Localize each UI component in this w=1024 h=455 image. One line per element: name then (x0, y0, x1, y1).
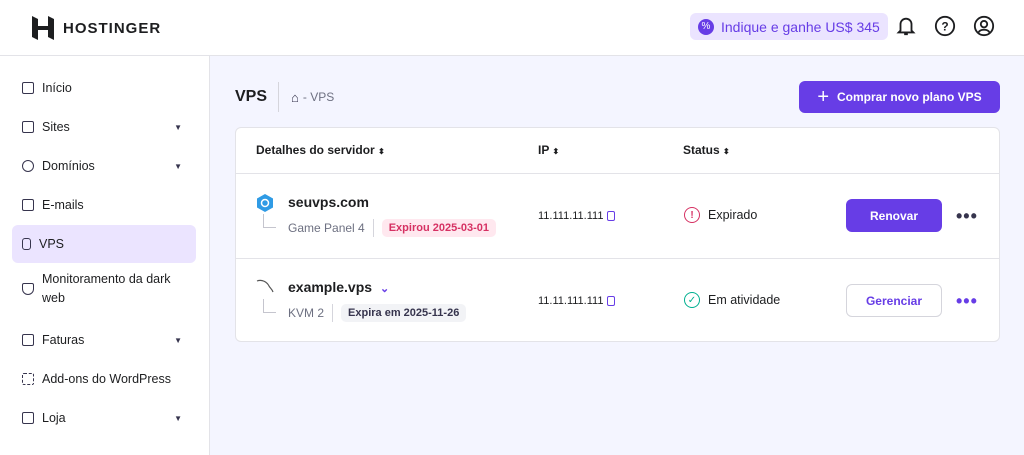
plan-name: Game Panel 4 (288, 221, 365, 235)
plus-icon: + (817, 85, 829, 108)
nav-label: Loja (42, 411, 66, 425)
browser-icon (22, 121, 34, 133)
breadcrumb: ⌂ - VPS (278, 82, 334, 112)
server-icon (22, 238, 31, 250)
store-icon (22, 412, 34, 424)
vps-table: Detalhes do servidor ⬍ IP ⬍ Status ⬍ seu… (235, 127, 1000, 342)
nav-label: E-mails (42, 198, 84, 212)
top-bar: HOSTINGER % Indique e ganhe US$ 345 ? (0, 0, 1024, 56)
sidebar-item-emails[interactable]: E-mails (12, 186, 196, 224)
header-server-details[interactable]: Detalhes do servidor ⬍ (256, 143, 385, 157)
sidebar-item-dark-web[interactable]: Monitoramento da dark web (12, 264, 196, 314)
help-icon[interactable]: ? (934, 15, 956, 37)
header-label: Status (683, 143, 720, 157)
status-text: Expirado (708, 208, 758, 222)
sidebar-item-inicio[interactable]: Início (12, 69, 196, 107)
manage-button[interactable]: Gerenciar (846, 284, 942, 317)
home-icon (22, 82, 34, 94)
ip-address: 11.11.111.111 (538, 295, 604, 307)
hostinger-logo[interactable]: HOSTINGER (32, 16, 161, 40)
sidebar-item-sites[interactable]: Sites ▼ (12, 108, 196, 146)
chevron-down-icon[interactable]: ⌄ (380, 283, 389, 295)
sidebar-item-dominios[interactable]: Domínios ▼ (12, 147, 196, 185)
copy-icon[interactable] (607, 296, 616, 306)
more-options-icon[interactable]: ••• (956, 291, 978, 312)
shield-icon (22, 283, 34, 295)
account-icon[interactable] (973, 15, 995, 37)
renew-button[interactable]: Renovar (846, 199, 942, 232)
home-icon[interactable]: ⌂ (291, 90, 299, 105)
table-row: seuvps.com Game Panel 4 Expirou 2025-03-0… (236, 173, 999, 258)
server-name[interactable]: seuvps.com (288, 194, 369, 210)
expiry-badge: Expirou 2025-03-01 (381, 219, 496, 237)
nav-label: Monitoramento da dark web (42, 272, 171, 305)
check-circle-icon: ✓ (684, 292, 700, 308)
tree-branch (263, 214, 276, 228)
caret-down-icon: ▼ (174, 122, 182, 132)
brand-name: HOSTINGER (63, 19, 162, 37)
tree-branch (263, 299, 276, 313)
alert-icon: ! (684, 207, 700, 223)
discount-icon: % (698, 18, 714, 35)
breadcrumb-current: - VPS (302, 90, 335, 104)
sort-icon: ⬍ (723, 147, 730, 156)
sidebar-item-faturas[interactable]: Faturas ▼ (12, 321, 196, 359)
status-text: Em atividade (708, 293, 781, 307)
header-label: Detalhes do servidor (256, 143, 375, 157)
sidebar-item-loja[interactable]: Loja ▼ (12, 399, 196, 437)
sidebar: Início Sites ▼ Domínios ▼ E-mails VPS Moni… (0, 56, 210, 455)
caret-down-icon: ▼ (174, 413, 182, 423)
referral-label: Indique e ganhe US$ 345 (721, 18, 880, 35)
referral-button[interactable]: % Indique e ganhe US$ 345 (690, 13, 888, 40)
mail-icon (22, 199, 34, 211)
caret-down-icon: ▼ (174, 161, 182, 171)
svg-text:?: ? (941, 20, 948, 34)
nav-label: Add-ons do WordPress (42, 372, 171, 386)
header-ip[interactable]: IP ⬍ (538, 143, 559, 157)
hostinger-logo-icon (32, 16, 54, 40)
caret-down-icon: ▼ (174, 335, 182, 345)
bell-icon[interactable] (895, 15, 917, 37)
buy-vps-button[interactable]: + Comprar novo plano VPS (799, 81, 1000, 113)
nav-label: Início (42, 81, 72, 95)
kali-linux-icon (256, 279, 274, 293)
sidebar-item-vps[interactable]: VPS (12, 225, 196, 263)
plan-name: KVM 2 (288, 306, 325, 320)
addons-icon (22, 373, 34, 385)
nav-label: VPS (39, 237, 65, 251)
nav-label: Sites (42, 120, 70, 134)
table-row: example.vps ⌄ KVM 2 Expira em 2025-11-26 … (236, 258, 999, 343)
globe-icon (22, 160, 34, 172)
header-label: IP (538, 143, 550, 157)
game-panel-icon (257, 194, 273, 212)
sort-icon: ⬍ (378, 147, 385, 156)
page-title: VPS (235, 88, 268, 105)
copy-icon[interactable] (607, 211, 616, 221)
ip-address: 11.111.11.111 (538, 210, 604, 222)
header-status[interactable]: Status ⬍ (683, 143, 730, 157)
invoice-icon (22, 334, 34, 346)
server-name[interactable]: example.vps ⌄ (288, 279, 389, 295)
nav-label: Faturas (42, 333, 85, 347)
server-name-text: example.vps (288, 279, 373, 295)
sort-icon: ⬍ (552, 147, 560, 156)
nav-label: Domínios (42, 159, 95, 173)
more-options-icon[interactable]: ••• (956, 206, 978, 227)
expiry-badge: Expira em 2025-11-26 (341, 304, 467, 322)
sidebar-item-addons[interactable]: Add-ons do WordPress (12, 360, 196, 398)
buy-label: Comprar novo plano VPS (837, 90, 982, 104)
